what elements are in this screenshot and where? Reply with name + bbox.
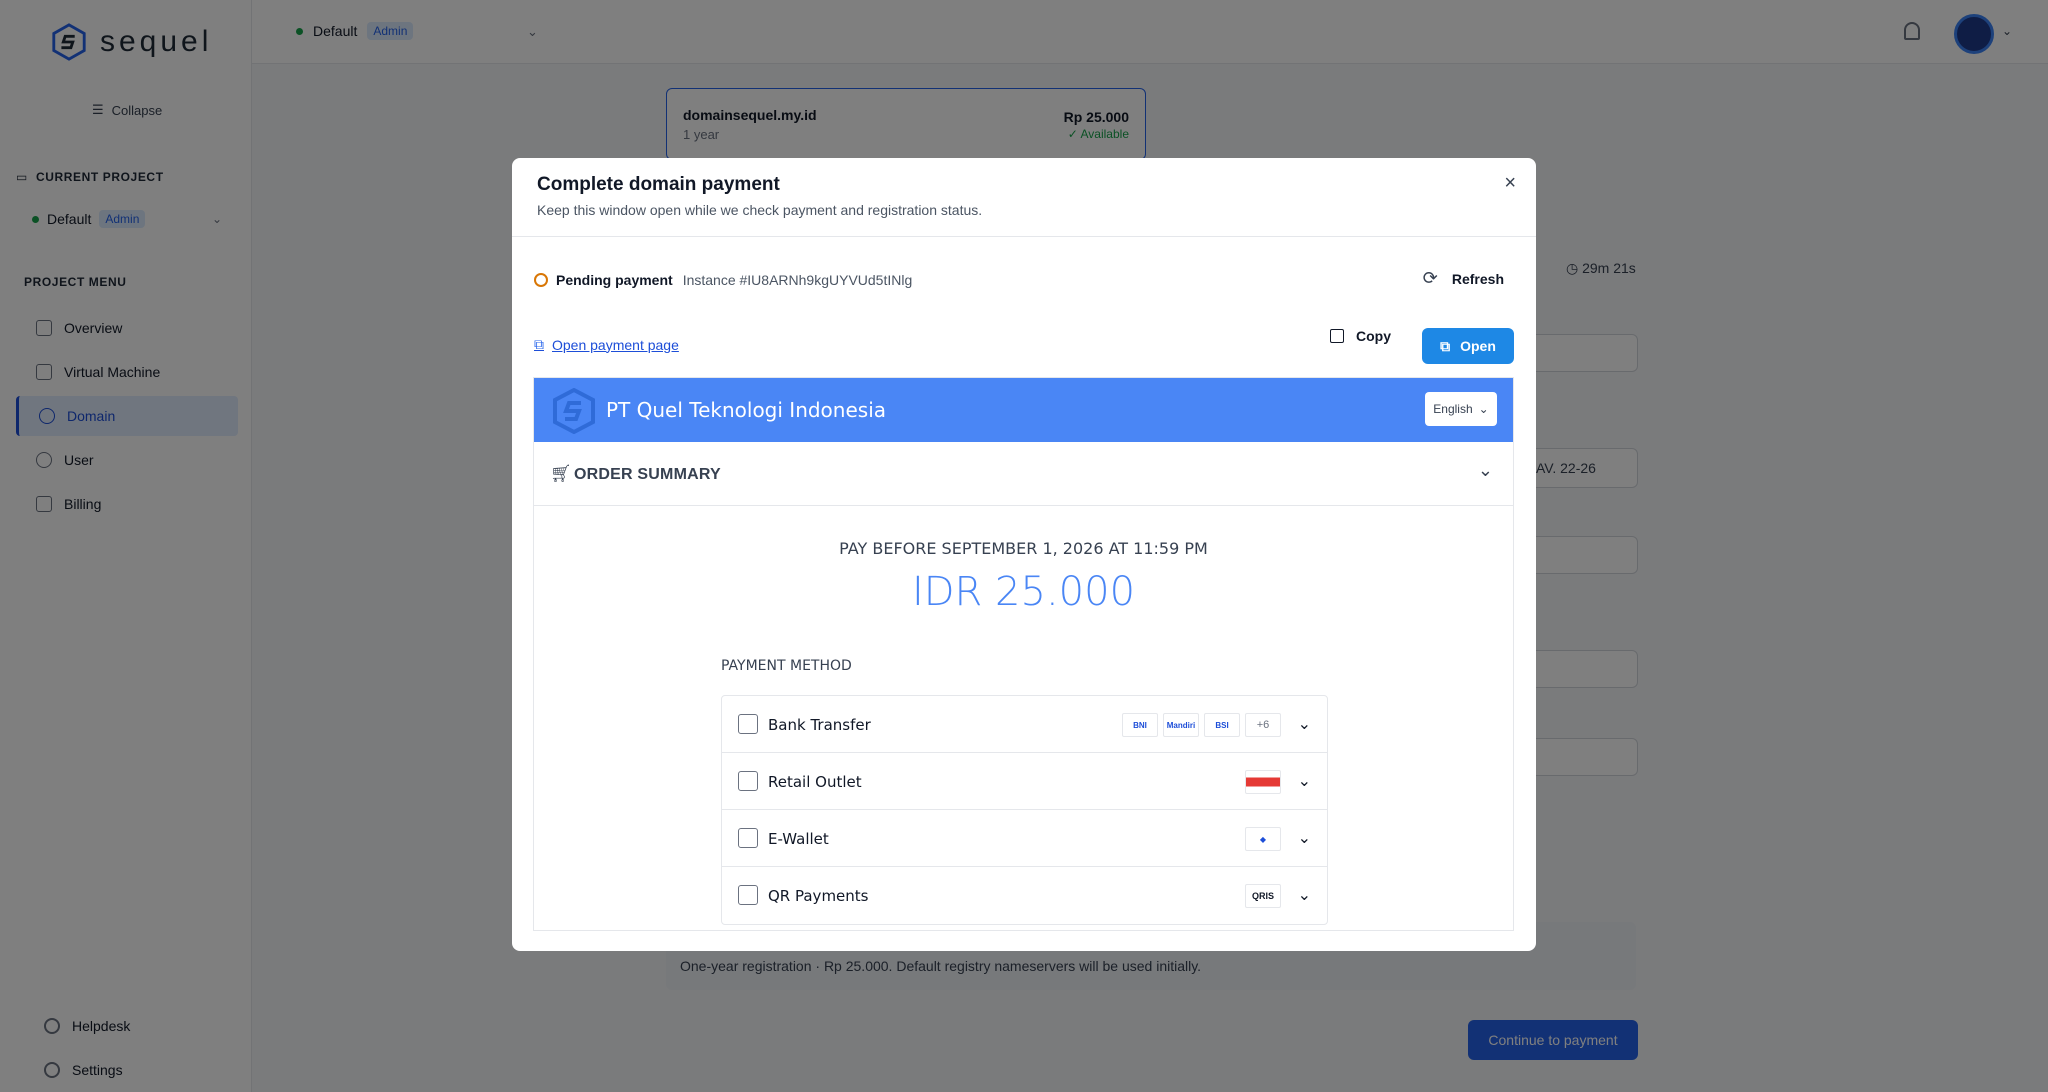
qr-logo: QRIS <box>1245 884 1281 908</box>
payment-method-list: Bank Transfer BNI Mandiri BSI +6 ⌄ Retai… <box>721 695 1328 925</box>
payment-method-qr-payments[interactable]: QR Payments QRIS ⌄ <box>722 867 1327 924</box>
checkout-frame: PT Quel Teknologi Indonesia English ⌄ 🛒︎… <box>533 377 1514 931</box>
ewallet-logos: ◆ <box>1245 827 1281 851</box>
store-icon <box>738 771 758 791</box>
language-select[interactable]: English ⌄ <box>1425 392 1497 426</box>
ewallet-logo: ◆ <box>1245 827 1281 851</box>
status-label: Pending payment <box>556 272 673 288</box>
instance-id: Instance #IU8ARNh9kgUYVUd5tINlg <box>682 272 913 288</box>
external-link-icon: ⧉ <box>1440 337 1451 354</box>
chevron-down-icon: ⌄ <box>1297 773 1311 790</box>
payment-method-e-wallet[interactable]: E-Wallet ◆ ⌄ <box>722 810 1327 867</box>
retail-logo <box>1245 770 1281 794</box>
divider <box>512 236 1536 237</box>
qr-icon <box>738 885 758 905</box>
pay-before-deadline: PAY BEFORE SEPTEMBER 1, 2026 AT 11:59 PM <box>839 539 1208 558</box>
open-button[interactable]: ⧉ Open <box>1422 328 1514 364</box>
more-count-badge: +6 <box>1245 713 1281 737</box>
copy-button[interactable]: Copy <box>1330 328 1391 344</box>
chevron-down-icon: ⌄ <box>1297 716 1311 733</box>
cart-icon: 🛒︎ <box>550 464 572 483</box>
bank-logo: Mandiri <box>1163 713 1199 737</box>
payment-amount: IDR 25.000 <box>911 569 1136 615</box>
qr-logos: QRIS <box>1245 884 1281 908</box>
refresh-button[interactable]: ⟳ Refresh <box>1423 268 1504 289</box>
external-link-icon: ⧉ <box>534 336 544 352</box>
merchant-logo-icon <box>553 388 595 434</box>
bank-logo: BSI <box>1204 713 1240 737</box>
retail-logos <box>1245 770 1281 794</box>
order-summary-toggle[interactable]: 🛒︎ ORDER SUMMARY ⌄ <box>534 442 1513 506</box>
clock-icon <box>534 273 548 287</box>
merchant-name: PT Quel Teknologi Indonesia <box>606 398 887 422</box>
close-icon[interactable]: × <box>1504 172 1516 195</box>
refresh-icon: ⟳ <box>1422 268 1438 288</box>
order-summary-label: ORDER SUMMARY <box>574 466 721 483</box>
payment-status: Pending payment Instance #IU8ARNh9kgUYVU… <box>534 272 912 288</box>
merchant-header: PT Quel Teknologi Indonesia English ⌄ <box>534 378 1513 442</box>
modal-subtitle: Keep this window open while we check pay… <box>537 202 983 218</box>
phone-icon <box>738 828 758 848</box>
copy-icon <box>1330 329 1344 343</box>
bank-icon <box>738 714 758 734</box>
chevron-down-icon: ⌄ <box>1297 830 1311 847</box>
chevron-down-icon: ⌄ <box>1478 402 1489 416</box>
bank-logo: BNI <box>1122 713 1158 737</box>
chevron-down-icon: ⌄ <box>1477 460 1493 480</box>
modal-title: Complete domain payment <box>537 174 780 195</box>
payment-method-bank-transfer[interactable]: Bank Transfer BNI Mandiri BSI +6 ⌄ <box>722 696 1327 753</box>
payment-method-retail-outlet[interactable]: Retail Outlet ⌄ <box>722 753 1327 810</box>
payment-method-label: PAYMENT METHOD <box>721 658 852 674</box>
open-payment-page-link[interactable]: ⧉ Open payment page <box>534 336 679 353</box>
chevron-down-icon: ⌄ <box>1297 887 1311 904</box>
bank-logos: BNI Mandiri BSI +6 <box>1122 713 1281 737</box>
payment-modal: Complete domain payment Keep this window… <box>512 158 1536 951</box>
